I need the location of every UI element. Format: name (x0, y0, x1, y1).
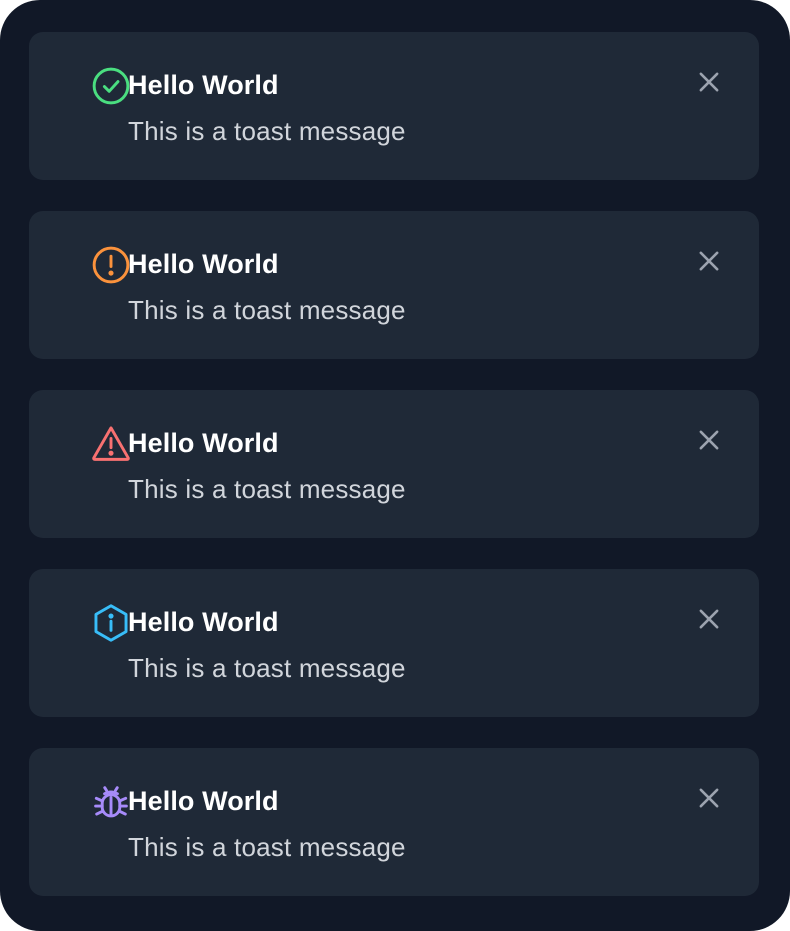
info-hexagon-icon (89, 601, 133, 645)
close-icon (699, 788, 719, 808)
check-circle-icon (89, 64, 133, 108)
close-button[interactable] (695, 784, 723, 812)
toast-debug: Hello World This is a toast message (29, 748, 759, 896)
close-icon (699, 430, 719, 450)
toast-message: This is a toast message (128, 474, 406, 504)
toast-message: This is a toast message (128, 653, 406, 683)
close-icon (699, 251, 719, 271)
toast-message: This is a toast message (128, 295, 406, 325)
toast-title: Hello World (128, 428, 279, 458)
toast-message: This is a toast message (128, 116, 406, 146)
close-button[interactable] (695, 605, 723, 633)
toast-container: Hello World This is a toast message Hell… (0, 0, 790, 931)
close-icon (699, 72, 719, 92)
toast-success: Hello World This is a toast message (29, 32, 759, 180)
toast-title: Hello World (128, 249, 279, 279)
toast-info: Hello World This is a toast message (29, 569, 759, 717)
toast-message: This is a toast message (128, 832, 406, 862)
toast-error: Hello World This is a toast message (29, 390, 759, 538)
toast-title: Hello World (128, 607, 279, 637)
close-button[interactable] (695, 68, 723, 96)
bug-icon (89, 780, 133, 824)
close-icon (699, 609, 719, 629)
close-button[interactable] (695, 247, 723, 275)
toast-title: Hello World (128, 786, 279, 816)
warning-triangle-icon (89, 422, 133, 466)
close-button[interactable] (695, 426, 723, 454)
toast-warning: Hello World This is a toast message (29, 211, 759, 359)
exclamation-circle-icon (89, 243, 133, 287)
toast-title: Hello World (128, 70, 279, 100)
